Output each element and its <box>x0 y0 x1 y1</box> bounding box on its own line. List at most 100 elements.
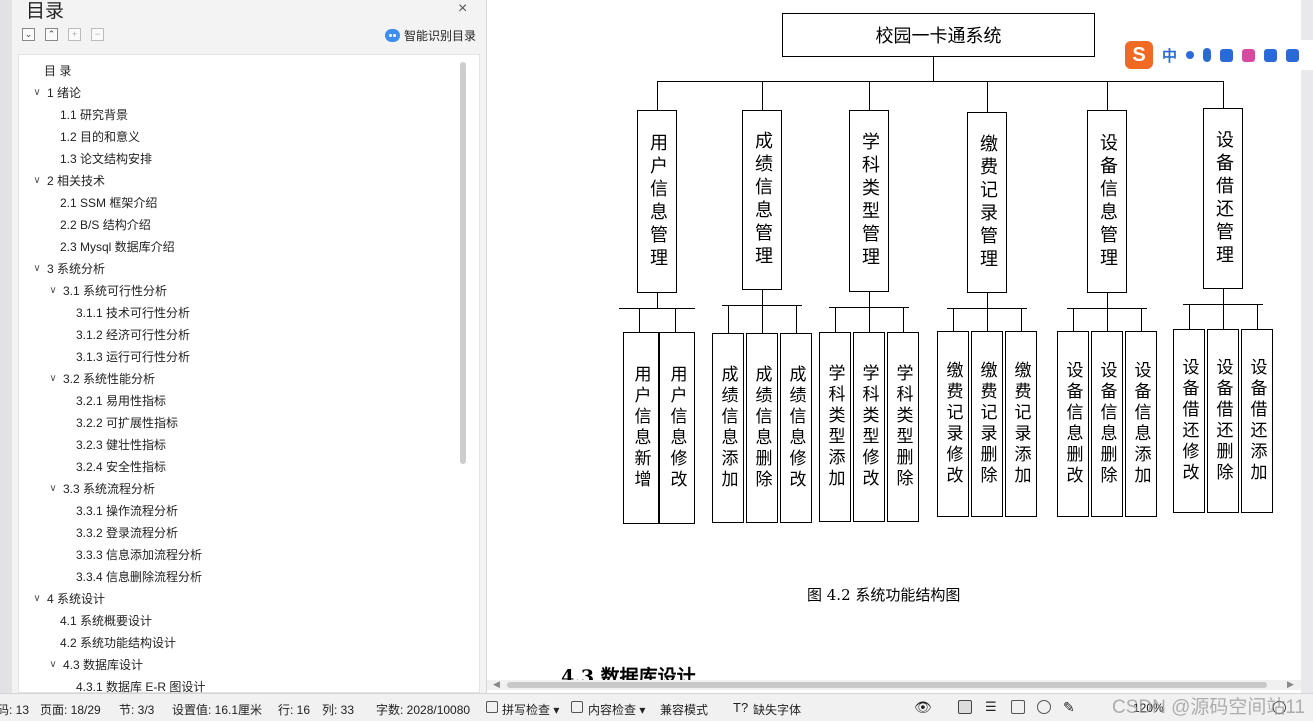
toc-item[interactable]: 3.1.2 经济可行性分析 <box>76 324 190 344</box>
toc-item[interactable]: 2.2 B/S 结构介绍 <box>60 214 151 234</box>
collapse-all-icon[interactable]: ⌃ <box>45 28 58 41</box>
spellcheck-button[interactable]: 拼写检查 ▾ <box>502 701 559 718</box>
keyboard-icon[interactable] <box>1220 48 1234 62</box>
more-icon[interactable] <box>1286 48 1300 62</box>
chevron-down-icon[interactable]: ∨ <box>30 87 44 98</box>
toc-item-label: 3.3 系统流程分析 <box>63 481 156 496</box>
toc-item[interactable]: ∨ 3.2 系统性能分析 <box>46 368 155 388</box>
scroll-right-icon[interactable]: ▶ <box>1287 679 1294 690</box>
scroll-left-icon[interactable]: ◀ <box>493 679 500 690</box>
missing-font-icon[interactable]: T? <box>733 700 748 715</box>
chevron-down-icon[interactable]: ∨ <box>30 263 44 274</box>
status-setting[interactable]: 设置值: 16.1厘米 <box>172 701 262 718</box>
submodule-node: 设备借还添加 <box>1241 329 1273 513</box>
toc-item[interactable]: 3.2.2 可扩展性指标 <box>76 412 178 432</box>
spellcheck-checkbox-icon[interactable] <box>486 701 498 713</box>
chevron-down-icon[interactable]: ∨ <box>30 593 44 604</box>
eye-protection-icon[interactable]: 👁 <box>914 699 932 716</box>
toc-item-label: 目 录 <box>44 63 72 78</box>
toc-item[interactable]: ∨ 2 相关技术 <box>30 170 105 190</box>
toc-item-label: 3.2.1 易用性指标 <box>76 393 167 408</box>
status-page-number[interactable]: 码: 13 <box>0 701 29 718</box>
toc-item[interactable]: 目 录 <box>44 60 71 80</box>
reading-view-icon[interactable] <box>1011 700 1025 714</box>
outline-view-icon[interactable]: ☰ <box>985 699 999 714</box>
toc-item[interactable]: ∨ 3 系统分析 <box>30 258 105 278</box>
toc-item[interactable]: ∨ 3.1 系统可行性分析 <box>46 280 167 300</box>
toc-item-label: 4.1 系统概要设计 <box>60 613 153 628</box>
toc-item-label: 3.2.4 安全性指标 <box>76 459 167 474</box>
toc-item[interactable]: ∨ 4.3 数据库设计 <box>46 654 143 674</box>
module-node: 设备借还管理 <box>1203 108 1243 289</box>
toc-item[interactable]: 3.2.4 安全性指标 <box>76 456 166 476</box>
toc-item[interactable]: ∨ 3.3 系统流程分析 <box>46 478 155 498</box>
submodule-node: 成绩信息添加 <box>712 333 744 523</box>
sogou-logo-icon[interactable]: S <box>1125 41 1153 69</box>
toc-item[interactable]: 3.2.3 健壮性指标 <box>76 434 166 454</box>
connector-line <box>933 57 934 81</box>
submodule-node: 学科类型修改 <box>853 332 885 522</box>
toc-item[interactable]: 2.3 Mysql 数据库介绍 <box>60 236 175 256</box>
connector-line <box>762 81 763 110</box>
chevron-down-icon[interactable]: ∨ <box>46 659 60 670</box>
toc-item[interactable]: 3.3.4 信息删除流程分析 <box>76 566 202 586</box>
toc-item[interactable]: 3.3.3 信息添加流程分析 <box>76 544 202 564</box>
smart-toc-button[interactable]: 智能识别目录 <box>385 27 476 44</box>
ime-lang-toggle[interactable]: 中 <box>1162 45 1177 66</box>
add-heading-icon[interactable]: + <box>68 28 81 41</box>
status-col[interactable]: 列: 33 <box>322 701 354 718</box>
toc-item[interactable]: 1.1 研究背景 <box>60 104 128 124</box>
connector-line <box>869 292 870 307</box>
toc-item-label: 3.3.2 登录流程分析 <box>76 525 179 540</box>
punctuation-icon[interactable] <box>1186 51 1195 59</box>
toc-item[interactable]: 3.1.3 运行可行性分析 <box>76 346 190 366</box>
scroll-thumb[interactable] <box>507 682 1267 688</box>
connector-line <box>953 308 954 331</box>
toc-item-label: 2.1 SSM 框架介绍 <box>60 195 158 210</box>
chevron-down-icon[interactable]: ∨ <box>30 175 44 186</box>
status-page[interactable]: 页面: 18/29 <box>40 701 101 718</box>
horizontal-scrollbar[interactable]: ◀ ▶ <box>487 679 1301 690</box>
connector-line <box>987 81 988 112</box>
connector-line <box>639 308 640 332</box>
toc-close-button[interactable]: × <box>458 0 467 18</box>
microphone-icon[interactable] <box>1203 48 1212 62</box>
wps-writer-window: 目录 × ⌄ ⌃ + − 智能识别目录 目 录 ∨ 1 绪论 1.1 研究背景 1.2 … <box>0 0 1313 721</box>
toc-item[interactable]: ∨ 1 绪论 <box>30 82 81 102</box>
toc-scrollbar[interactable] <box>460 62 466 464</box>
module-node: 缴费记录管理 <box>967 112 1007 293</box>
chevron-down-icon[interactable]: ∨ <box>46 373 60 384</box>
remove-heading-icon[interactable]: − <box>91 28 104 41</box>
connector-line <box>796 305 797 333</box>
toolbox-icon[interactable] <box>1264 48 1278 62</box>
toc-item[interactable]: 3.1.1 技术可行性分析 <box>76 302 190 322</box>
toc-item[interactable]: 1.3 论文结构安排 <box>60 148 152 168</box>
pen-icon[interactable]: ✎ <box>1063 699 1075 716</box>
toc-item-label: 4.3.1 数据库 E-R 图设计 <box>76 679 206 694</box>
web-view-icon[interactable] <box>1037 700 1051 714</box>
document-page[interactable]: 校园一卡通系统 用户信息管理 用户信息新增 用户信息修改 成绩信息管理 成绩信息添加 成绩信… <box>487 0 1301 693</box>
status-section[interactable]: 节: 3/3 <box>119 701 154 718</box>
chevron-down-icon[interactable]: ∨ <box>46 285 60 296</box>
toc-item[interactable]: 4.2 系统功能结构设计 <box>60 632 176 652</box>
status-row[interactable]: 行: 16 <box>278 701 310 718</box>
compat-mode[interactable]: 兼容模式 <box>660 701 708 718</box>
chevron-down-icon[interactable]: ∨ <box>46 483 60 494</box>
missing-font-button[interactable]: 缺失字体 <box>753 701 801 718</box>
toc-item[interactable]: 2.1 SSM 框架介绍 <box>60 192 157 212</box>
toc-item[interactable]: ∨ 4 系统设计 <box>30 588 105 608</box>
content-check-icon[interactable] <box>571 701 583 713</box>
skin-icon[interactable] <box>1242 48 1256 62</box>
toc-item[interactable]: 1.2 目的和意义 <box>60 126 140 146</box>
expand-all-icon[interactable]: ⌄ <box>22 28 35 41</box>
toc-item-label: 3 系统分析 <box>47 261 106 276</box>
content-check-button[interactable]: 内容检查 ▾ <box>588 701 645 718</box>
page-view-icon[interactable] <box>958 700 972 714</box>
status-word-count[interactable]: 字数: 2028/10080 <box>376 701 470 718</box>
toc-item[interactable]: 3.2.1 易用性指标 <box>76 390 166 410</box>
toc-item-label: 3.2.3 健壮性指标 <box>76 437 167 452</box>
toc-item[interactable]: 4.1 系统概要设计 <box>60 610 152 630</box>
toc-item[interactable]: 3.3.1 操作流程分析 <box>76 500 178 520</box>
ime-toolbar[interactable]: S 中 <box>1123 40 1313 70</box>
toc-item[interactable]: 3.3.2 登录流程分析 <box>76 522 178 542</box>
